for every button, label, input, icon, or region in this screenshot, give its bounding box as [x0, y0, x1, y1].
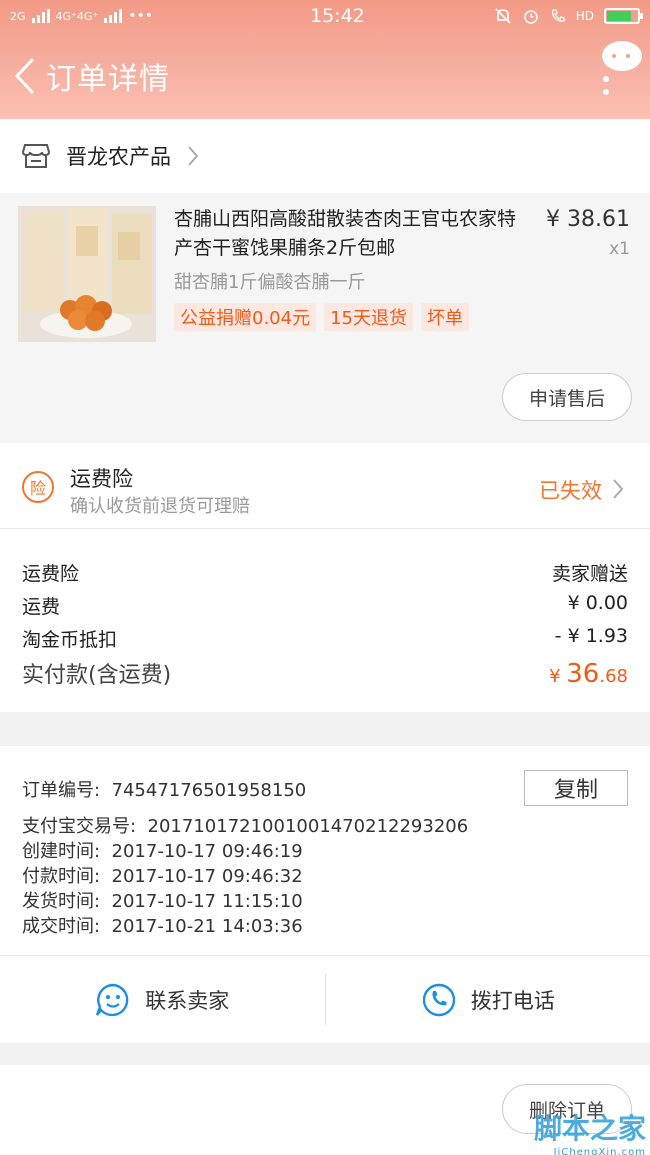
info-label: 创建时间:	[22, 841, 101, 862]
back-button[interactable]	[10, 56, 40, 96]
insurance-status: 已失效	[539, 479, 602, 503]
total-integer: 36	[566, 659, 600, 689]
info-label: 发货时间:	[22, 891, 101, 912]
order-number[interactable]: 74547176501958150	[112, 780, 307, 801]
total-value: ¥ 36.68	[549, 659, 628, 689]
shop-name: 晋龙农产品	[66, 145, 171, 169]
total-decimal: .68	[599, 666, 628, 687]
shipping-insurance-row[interactable]: 险 运费险 确认收货前退货可理赔 已失效	[0, 443, 650, 529]
battery-icon	[604, 8, 643, 24]
fee-row: 运费险 卖家赠送	[22, 559, 628, 586]
fee-summary: 运费险 卖家赠送 运费 ¥ 0.00 淘金币抵扣 - ¥ 1.93 实付款(含运…	[0, 529, 650, 712]
completed-time: 2017-10-21 14:03:36	[111, 916, 303, 937]
fee-label: 运费险	[22, 563, 80, 585]
info-label: 成交时间:	[22, 916, 101, 937]
chevron-right-icon	[613, 479, 624, 499]
chevron-right-icon	[188, 146, 199, 166]
alipay-trade-row: 支付宝交易号: 2017101721001001470212293206	[22, 812, 468, 838]
after-sale-button[interactable]: 申请售后	[502, 373, 632, 421]
total-row: 实付款(含运费) ¥ 36.68	[22, 657, 628, 689]
signal-bars-icon-2	[104, 9, 123, 23]
store-icon	[22, 144, 50, 168]
fee-value: ¥ 0.00	[567, 592, 628, 614]
chat-bubble-more-icon	[602, 41, 642, 95]
call-phone-button[interactable]: 拨打电话	[326, 956, 650, 1043]
order-number-row: 订单编号: 74547176501958150	[22, 776, 306, 802]
call-phone-label: 拨打电话	[470, 988, 555, 1013]
dried-apricot-product-illustration	[18, 206, 156, 342]
fee-row: 淘金币抵扣 - ¥ 1.93	[22, 625, 628, 652]
insurance-title: 运费险	[70, 467, 133, 491]
more-dots-text: •••	[128, 8, 153, 24]
product-spec: 甜杏脯1斤偏酸杏脯一斤	[174, 272, 366, 293]
completed-time-row: 成交时间: 2017-10-21 14:03:36	[22, 912, 303, 938]
hd-text: HD	[575, 9, 594, 23]
fee-label: 淘金币抵扣	[22, 629, 118, 651]
created-time: 2017-10-17 09:46:19	[111, 841, 303, 862]
alarm-icon	[523, 10, 538, 24]
contact-seller-label: 联系卖家	[145, 988, 230, 1013]
paid-time: 2017-10-17 09:46:32	[111, 866, 303, 887]
more-menu-button[interactable]	[598, 36, 644, 106]
paid-time-row: 付款时间: 2017-10-17 09:46:32	[22, 862, 303, 888]
insurance-subtitle: 确认收货前退货可理赔	[70, 496, 250, 517]
info-label: 订单编号:	[22, 780, 101, 801]
battery-fill	[607, 11, 631, 21]
back-arrow-icon	[14, 57, 35, 94]
info-label: 支付宝交易号:	[22, 816, 137, 837]
shipped-time-row: 发货时间: 2017-10-17 11:15:10	[22, 887, 303, 913]
product-image[interactable]	[18, 206, 156, 342]
shipped-time: 2017-10-17 11:15:10	[111, 891, 303, 912]
signal-bars-icon	[31, 9, 50, 23]
mute-bell-icon	[495, 8, 511, 24]
contact-seller-button[interactable]: 联系卖家	[0, 956, 325, 1043]
total-currency: ¥	[549, 666, 567, 687]
bottom-gap	[0, 1043, 650, 1065]
order-item[interactable]: 杏脯山西阳高酸甜散装杏肉王官屯农家特产杏干蜜饯果脯条2斤包邮 ¥ 38.61 x…	[0, 193, 650, 443]
watermark-main: 脚本之家	[533, 1112, 646, 1145]
nav-bar: 订单详情	[0, 32, 650, 119]
contact-bar: 联系卖家 拨打电话	[0, 955, 650, 1043]
product-price: ¥ 38.61	[546, 207, 630, 232]
created-time-row: 创建时间: 2017-10-17 09:46:19	[22, 837, 303, 863]
product-tags: 公益捐赠0.04元 15天退货 坏单	[174, 303, 469, 331]
total-label: 实付款(含运费)	[22, 663, 172, 688]
fee-value: - ¥ 1.93	[554, 625, 628, 647]
signal-4g-text: 4G⁺4G⁺	[55, 9, 99, 23]
fee-row: 运费 ¥ 0.00	[22, 592, 628, 619]
insurance-badge-icon: 险	[22, 471, 54, 503]
fee-value: 卖家赠送	[551, 563, 628, 585]
tag-bad-order: 坏单	[420, 303, 469, 331]
order-info: 订单编号: 74547176501958150 复制 支付宝交易号: 20171…	[0, 746, 650, 955]
signal-2g-text: 2G	[10, 9, 26, 23]
bottom-bar: 删除订单 脚本之家 JiChengXin.com	[0, 1065, 650, 1155]
product-title[interactable]: 杏脯山西阳高酸甜散装杏肉王官屯农家特产杏干蜜饯果脯条2斤包邮	[174, 205, 534, 263]
product-quantity: x1	[609, 239, 630, 259]
tag-charity: 公益捐赠0.04元	[174, 303, 317, 331]
page-title: 订单详情	[46, 61, 170, 97]
watermark-logo: 脚本之家 JiChengXin.com	[534, 1107, 646, 1155]
tag-return: 15天退货	[324, 303, 413, 331]
status-icons: HD	[494, 7, 643, 25]
top-bar: 2G 4G⁺4G⁺ ••• 15:42 HD 订单详情	[0, 0, 650, 119]
hd-call-icon	[551, 9, 565, 22]
alipay-trade-number: 2017101721001001470212293206	[147, 816, 469, 837]
copy-button[interactable]: 复制	[524, 770, 628, 806]
info-label: 付款时间:	[22, 866, 101, 887]
signal-group: 2G 4G⁺4G⁺ •••	[10, 8, 270, 24]
status-time: 15:42	[310, 5, 365, 27]
phone-icon	[422, 983, 455, 1016]
fee-label: 运费	[22, 596, 61, 618]
status-bar: 2G 4G⁺4G⁺ ••• 15:42 HD	[0, 0, 650, 32]
shop-row[interactable]: 晋龙农产品	[0, 119, 650, 193]
chat-smile-icon	[96, 983, 129, 1016]
watermark-sub: JiChengXin.com	[553, 1147, 646, 1155]
